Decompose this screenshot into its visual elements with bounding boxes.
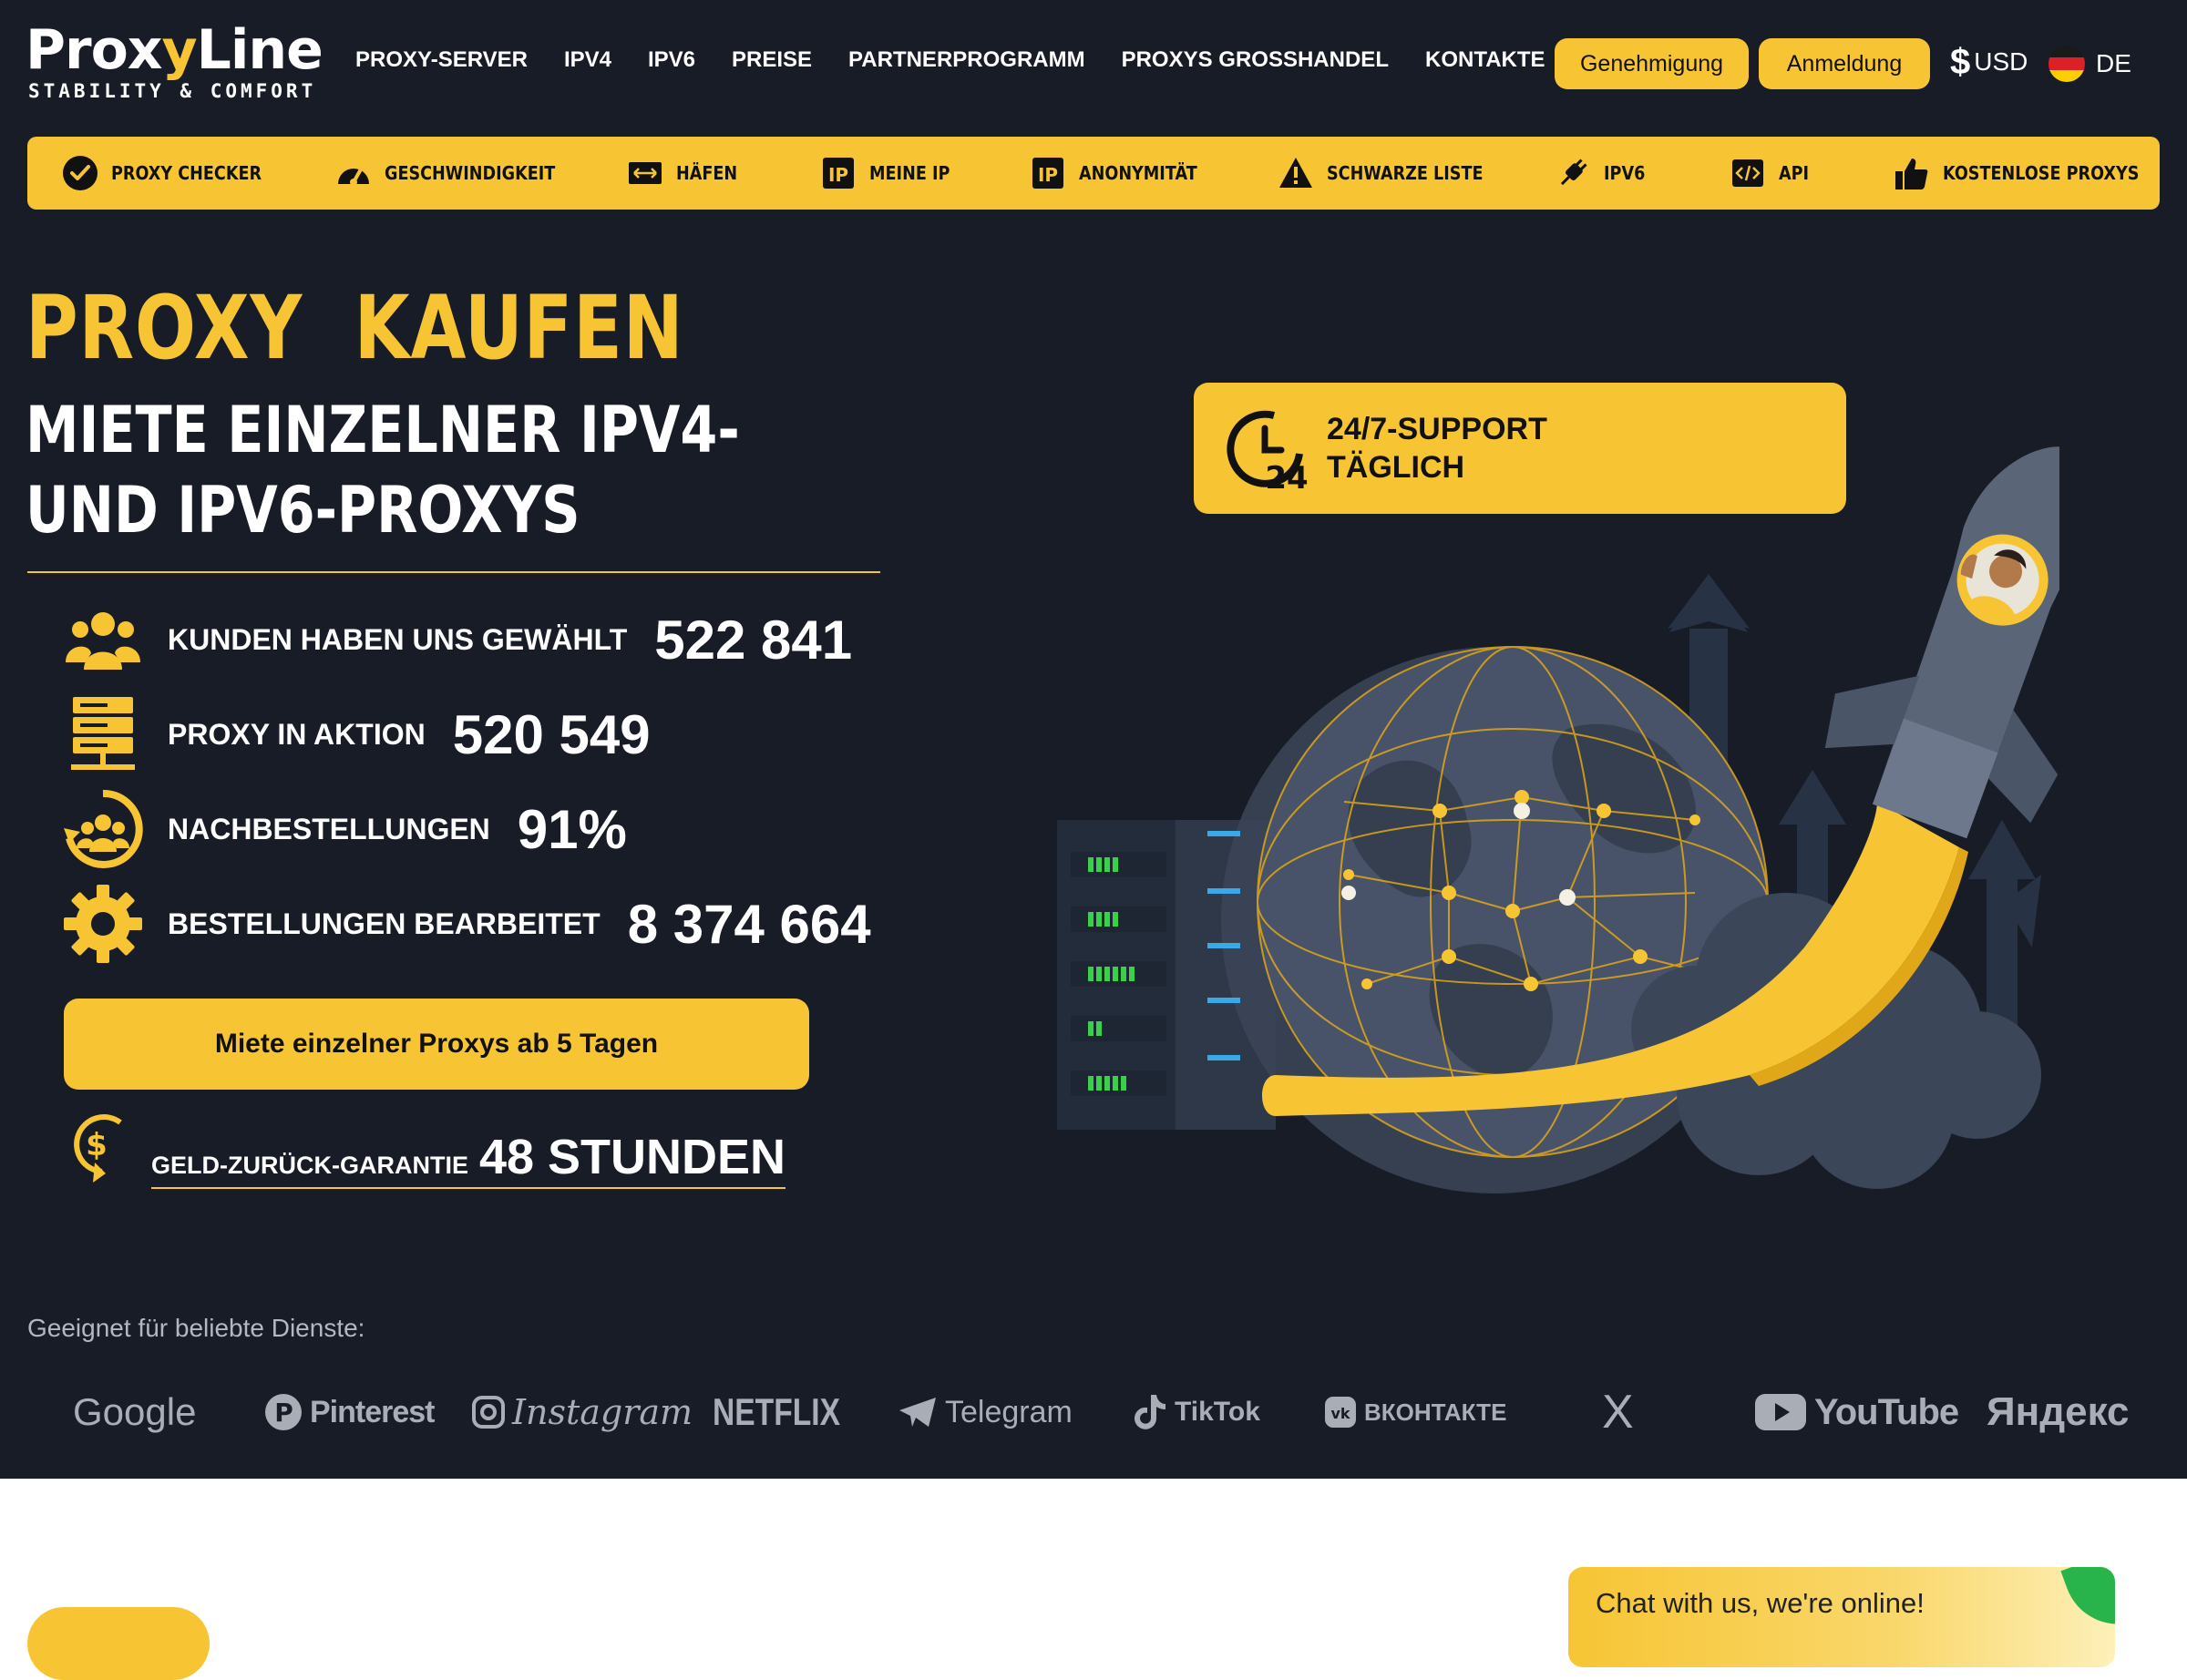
server-icon <box>62 693 144 775</box>
tool-speed[interactable]: GESCHWINDIGKEIT <box>335 137 579 210</box>
code-icon <box>1730 155 1766 191</box>
instagram-logo: Instagram <box>472 1357 693 1467</box>
nav-item-ipv6[interactable]: IPV6 <box>648 47 695 73</box>
svg-text:vk: vk <box>1330 1405 1350 1422</box>
register-button[interactable]: Anmeldung <box>1759 38 1930 89</box>
main-nav: PROXY-SERVER IPV4 IPV6 PREISE PARTNERPRO… <box>355 47 1545 73</box>
stat-reorders: NACHBESTELLUNGEN 91% <box>62 788 627 870</box>
hero-section: ProxyLine STABILITY & COMFORT PROXY-SERV… <box>0 0 2187 1479</box>
page-title: PROXY KAUFEN <box>26 277 684 379</box>
pinterest-logo: P Pinterest <box>264 1357 435 1467</box>
speedometer-icon <box>335 155 372 191</box>
proxy-rocket-illustration <box>1057 446 2059 1193</box>
logo-wordmark: ProxyLine <box>26 18 323 82</box>
check-circle-icon <box>62 155 98 191</box>
ip-icon: IP <box>820 155 857 191</box>
currency-selector[interactable]: $ USD <box>1950 44 2028 80</box>
login-button[interactable]: Genehmigung <box>1555 38 1749 89</box>
tool-api[interactable]: API <box>1730 137 1813 210</box>
nav-item-wholesale[interactable]: PROXYS GROSSHANDEL <box>1122 47 1389 73</box>
nav-item-contacts[interactable]: KONTAKTE <box>1425 47 1545 73</box>
support-line-1: 24/7-SUPPORT <box>1327 412 1547 446</box>
svg-text:IP: IP <box>828 164 848 186</box>
telegram-icon <box>899 1398 936 1427</box>
chat-widget[interactable]: Chat with us, we're online! <box>1568 1567 2115 1667</box>
reorder-group-icon <box>62 788 144 870</box>
language-label: DE <box>2096 49 2131 77</box>
tool-anonymity[interactable]: IP ANONYMITÄT <box>1030 137 1213 210</box>
logo[interactable]: ProxyLine STABILITY & COMFORT <box>26 20 323 102</box>
tool-ipv6[interactable]: IPV6 <box>1555 137 1651 210</box>
nav-item-partner[interactable]: PARTNERPROGRAMM <box>848 47 1085 73</box>
yandex-logo: Яндекс <box>1987 1389 2130 1434</box>
svg-text:P: P <box>274 1398 293 1428</box>
instagram-icon <box>472 1396 505 1429</box>
currency-label: USD <box>1974 47 2028 76</box>
thumbs-up-icon <box>1894 155 1930 191</box>
stat-orders-processed: BESTELLUNGEN BEARBEITET 8 374 664 <box>62 883 871 965</box>
support-line-2: TÄGLICH <box>1327 450 1465 485</box>
services-label: Geeignet für beliebte Dienste: <box>27 1314 365 1342</box>
chat-label: Chat with us, we're online! <box>1596 1587 1925 1619</box>
nav-item-prices[interactable]: PREISE <box>732 47 812 73</box>
ports-arrows-icon <box>627 155 663 191</box>
support-badge: 24 24/7-SUPPORT TÄGLICH <box>1194 383 1846 514</box>
ip-icon: IP <box>1030 155 1066 191</box>
dollar-icon: $ <box>1950 42 1971 82</box>
svg-text:24: 24 <box>1265 460 1308 494</box>
google-logo: Google <box>73 1390 197 1433</box>
stat-proxies-active: PROXY IN AKTION 520 549 <box>62 693 651 775</box>
stat-customers: KUNDEN HABEN UNS GEWÄHLT 522 841 <box>62 599 852 681</box>
tool-my-ip[interactable]: IP MEINE IP <box>820 137 960 210</box>
gear-icon <box>62 883 144 965</box>
svg-text:IP: IP <box>1038 164 1058 186</box>
tiktok-logo: TikTok <box>1135 1357 1260 1467</box>
tool-free-proxies[interactable]: KOSTENLOSE PROXYS <box>1894 137 2166 210</box>
x-logo: X <box>1602 1386 1634 1439</box>
tool-blacklist[interactable]: SCHWARZE LISTE <box>1278 137 1504 210</box>
tool-ports[interactable]: HÄFEN <box>627 137 745 210</box>
netflix-logo: NETFLIX <box>713 1390 840 1433</box>
money-back-guarantee: $ GELD-ZURÜCK-GARANTIE 48 STUNDEN <box>66 1102 786 1189</box>
vkontakte-logo: vk ВКОНТАКТЕ <box>1324 1357 1506 1467</box>
svg-text:$: $ <box>86 1127 108 1163</box>
money-back-icon: $ <box>66 1102 131 1189</box>
section-badge <box>27 1607 210 1680</box>
tiktok-icon <box>1135 1395 1165 1429</box>
divider <box>27 571 880 573</box>
youtube-icon <box>1755 1394 1806 1430</box>
plug-icon <box>1555 155 1591 191</box>
language-selector[interactable]: DE <box>2048 46 2131 82</box>
telegram-logo: Telegram <box>898 1357 1073 1467</box>
tool-proxy-checker[interactable]: PROXY CHECKER <box>62 137 282 210</box>
clock-24-icon: 24 <box>1221 403 1312 497</box>
vk-icon: vk <box>1325 1397 1356 1428</box>
users-icon <box>62 599 144 681</box>
services-logos: Google P Pinterest Instagram NETFLIX Tel… <box>0 1357 2187 1467</box>
rent-proxies-button[interactable]: Miete einzelner Proxys ab 5 Tagen <box>64 999 809 1090</box>
nav-item-ipv4[interactable]: IPV4 <box>564 47 611 73</box>
tools-bar: PROXY CHECKER GESCHWINDIGKEIT HÄFEN IP M… <box>27 137 2160 210</box>
warning-icon <box>1278 155 1314 191</box>
youtube-logo: YouTube <box>1754 1357 1959 1467</box>
nav-item-proxy-server[interactable]: PROXY-SERVER <box>355 47 528 73</box>
pinterest-icon: P <box>265 1394 302 1430</box>
germany-flag-icon <box>2048 46 2085 82</box>
page-subtitle: MIETE EINZELNER IPV4- UND IPV6-PROXYS <box>26 393 740 548</box>
leaf-icon <box>2060 1567 2115 1640</box>
logo-tagline: STABILITY & COMFORT <box>28 80 317 102</box>
